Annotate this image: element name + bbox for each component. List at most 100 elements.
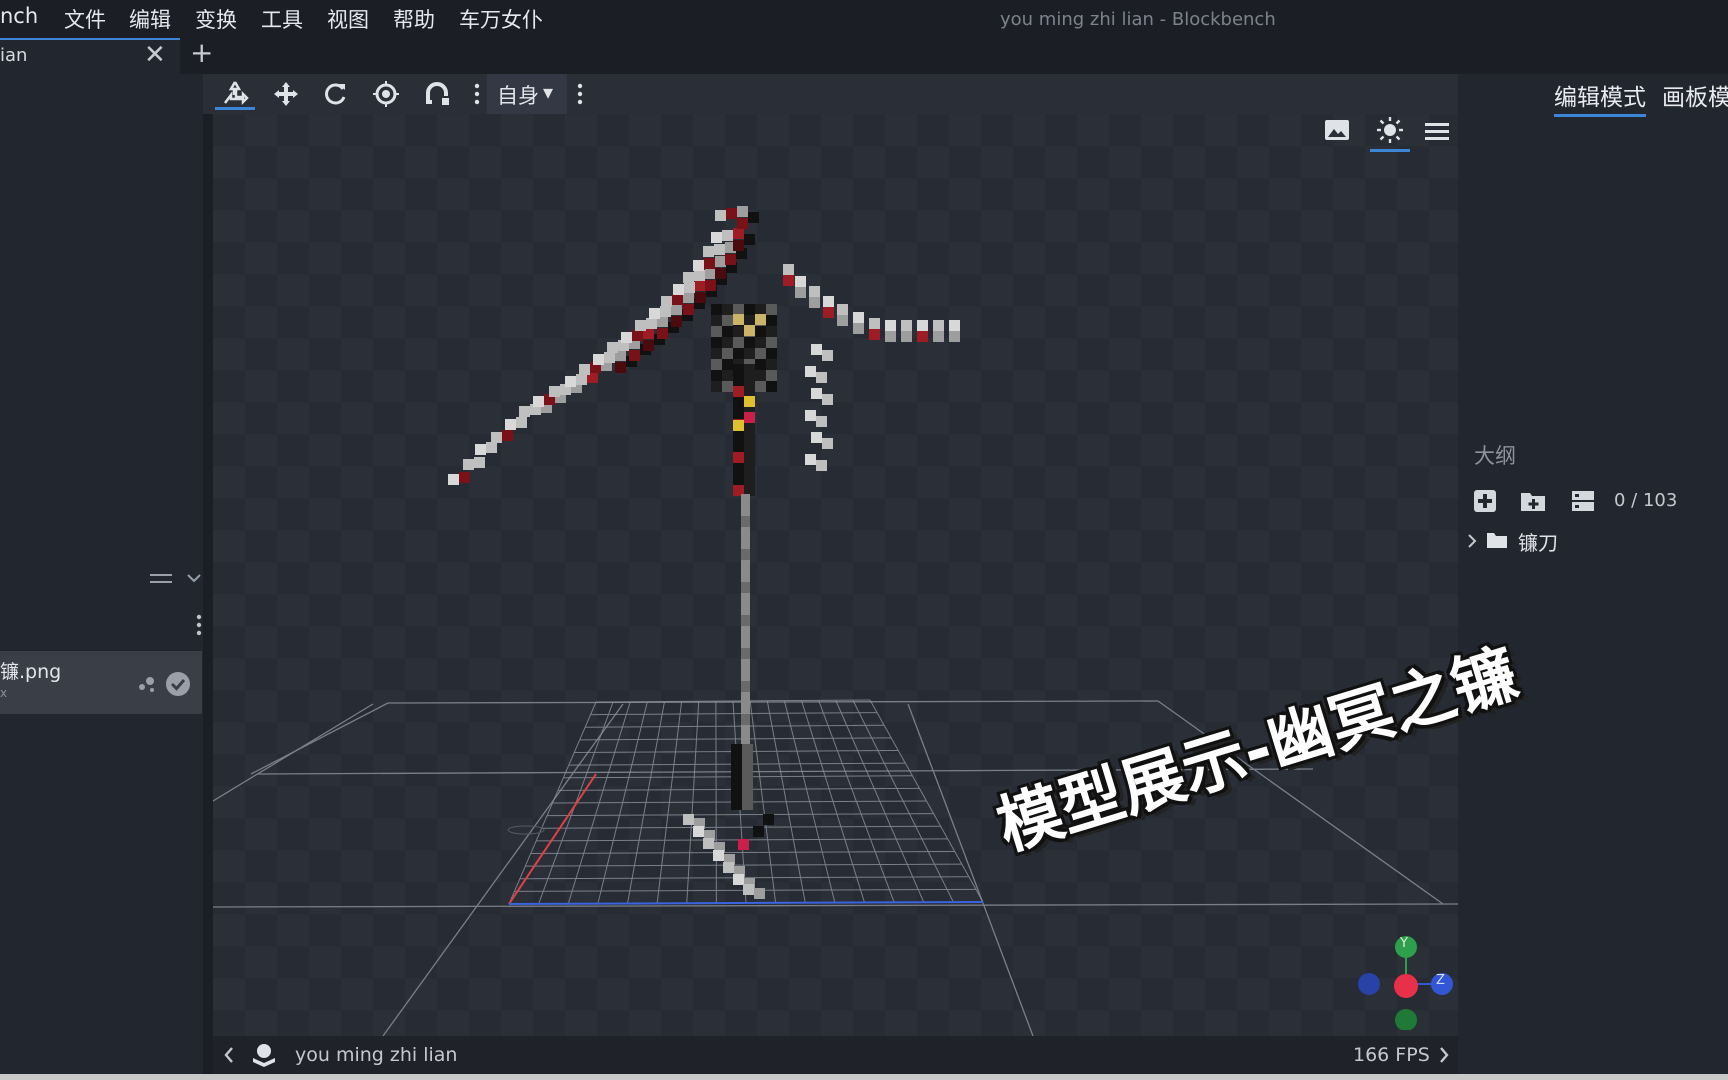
menu-transform[interactable]: 变换 (195, 4, 237, 34)
voxel (703, 246, 714, 257)
voxel (917, 331, 928, 342)
tab-edit-mode[interactable]: 编辑模式 (1554, 78, 1646, 117)
voxel (657, 328, 668, 339)
voxel (809, 286, 820, 297)
vertex-snap-button[interactable] (417, 78, 457, 110)
voxel (885, 320, 896, 331)
voxel (733, 408, 744, 419)
voxel (711, 359, 722, 370)
voxel (711, 232, 722, 243)
lighting-toggle[interactable] (1370, 112, 1410, 152)
add-folder-icon (1521, 493, 1545, 511)
transform-space-select[interactable]: 自身 ▾ (487, 74, 567, 114)
voxel (741, 505, 750, 516)
menu-file[interactable]: 文件 (64, 4, 106, 34)
voxel (744, 304, 755, 315)
voxel (741, 615, 750, 626)
voxel (741, 648, 750, 659)
voxel (733, 228, 744, 239)
voxel (635, 320, 646, 331)
voxel (646, 318, 657, 329)
voxel (742, 788, 753, 799)
voxel (737, 206, 748, 217)
voxel (949, 320, 960, 331)
voxel (671, 304, 682, 315)
voxel (576, 374, 587, 385)
chevron-left-icon[interactable] (223, 1046, 235, 1064)
voxel (593, 354, 604, 365)
file-tab[interactable]: ian ✕ (0, 38, 180, 74)
pivot-tool-button[interactable] (366, 78, 406, 110)
axis-gizmo[interactable]: Y Z (1355, 930, 1455, 1031)
add-group-button[interactable] (1518, 486, 1548, 516)
voxel (744, 396, 755, 407)
voxel (733, 240, 744, 251)
voxel (741, 516, 750, 527)
more-vertical-icon[interactable] (196, 614, 202, 636)
neg-y-axis-handle[interactable] (1395, 1009, 1417, 1031)
voxel (869, 318, 880, 329)
outliner-group-row[interactable]: 镰刀 (1462, 524, 1728, 558)
screenshot-icon[interactable] (1324, 118, 1350, 142)
texture-list-item[interactable]: 镰.png x (0, 651, 202, 714)
voxel (731, 744, 742, 755)
chevron-right-icon[interactable] (1466, 533, 1478, 549)
voxel (933, 331, 944, 342)
voxel (816, 416, 827, 427)
voxel (711, 348, 722, 359)
x-axis-handle[interactable] (1394, 974, 1418, 998)
add-cube-button[interactable] (1470, 486, 1500, 516)
voxel (741, 626, 750, 637)
rotate-tool-button[interactable] (316, 78, 356, 110)
voxel (744, 452, 755, 463)
voxel (805, 454, 816, 465)
collapse-all-button[interactable] (1568, 486, 1598, 516)
voxel (607, 342, 618, 353)
more-vertical-icon[interactable] (577, 82, 583, 106)
outliner-count: 0 / 103 (1614, 490, 1678, 511)
voxel (744, 348, 755, 359)
voxel (731, 788, 742, 799)
tab-paint-mode[interactable]: 画板模 (1662, 78, 1728, 112)
neg-z-axis-handle[interactable] (1358, 973, 1380, 995)
voxel (660, 306, 671, 317)
transform-space-value: 自身 (497, 84, 539, 108)
more-vertical-icon[interactable] (474, 82, 480, 106)
voxel (711, 370, 722, 381)
voxel (755, 314, 766, 325)
voxel (783, 275, 794, 286)
menu-lines-icon[interactable] (150, 574, 172, 576)
voxel (632, 330, 643, 341)
voxel (853, 323, 864, 334)
voxel (733, 452, 744, 463)
voxel (837, 304, 848, 315)
menu-plugin[interactable]: 车万女仆 (459, 4, 543, 34)
sun-icon (1377, 117, 1403, 143)
voxel (744, 364, 755, 375)
voxel (744, 463, 755, 474)
menu-view[interactable]: 视图 (327, 4, 369, 34)
voxel (463, 459, 474, 470)
menu-edit[interactable]: 编辑 (129, 4, 171, 34)
tabbar: ian ✕ + (0, 36, 1728, 74)
chevron-right-icon[interactable] (1438, 1046, 1450, 1064)
y-axis-label: Y (1400, 936, 1408, 951)
voxel (733, 348, 744, 359)
particle-icon[interactable] (136, 673, 158, 695)
move-tool-button[interactable] (215, 78, 255, 110)
viewport-3d[interactable] (213, 114, 1458, 1036)
voxel (748, 212, 759, 223)
voxel (744, 441, 755, 452)
menu-help[interactable]: 帮助 (393, 4, 435, 34)
chevron-down-icon[interactable] (186, 572, 202, 584)
voxel (722, 381, 733, 392)
voxel (713, 850, 724, 861)
voxel (726, 208, 737, 219)
translate-tool-button[interactable] (266, 78, 306, 110)
add-tab-icon[interactable]: + (190, 36, 213, 69)
hamburger-menu-icon[interactable] (1425, 122, 1451, 142)
menu-tools[interactable]: 工具 (261, 4, 303, 34)
checkmark-icon[interactable] (164, 670, 192, 698)
voxel (683, 292, 694, 303)
close-icon[interactable]: ✕ (144, 40, 166, 70)
